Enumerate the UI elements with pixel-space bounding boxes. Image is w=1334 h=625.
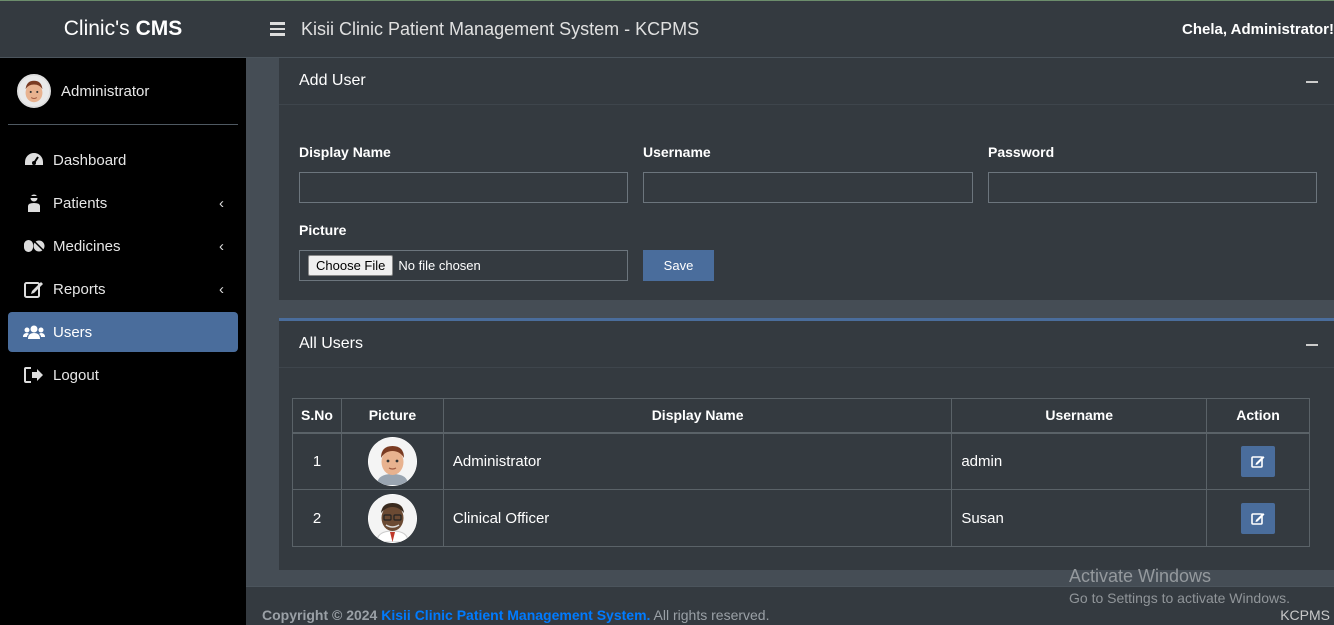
brand-bold: CMS — [135, 17, 183, 40]
password-input[interactable] — [988, 172, 1317, 203]
file-status: No file chosen — [398, 258, 481, 273]
sidebar-item-label: Users — [53, 323, 93, 341]
user-avatar — [367, 436, 417, 486]
footer-right-text: KCPMS — [1280, 607, 1330, 623]
sidebar-item-medicines[interactable]: Medicines ‹ — [8, 226, 238, 266]
chevron-left-icon: ‹ — [219, 237, 224, 255]
edit-icon — [1250, 513, 1265, 525]
sidebar-nav: Dashboard Patients ‹ Medicines ‹ Reports… — [0, 140, 246, 395]
tachometer-icon — [23, 151, 45, 169]
copyright-text: Copyright © 2024 Kisii Clinic Patient Ma… — [262, 607, 769, 623]
action-cell — [1206, 489, 1310, 547]
sidebar-item-label: Medicines — [53, 237, 121, 255]
top-header: Kisii Clinic Patient Management System -… — [246, 1, 1334, 58]
page-title: Kisii Clinic Patient Management System -… — [301, 18, 700, 39]
display-name-input[interactable] — [299, 172, 628, 203]
card-header: All Users — [279, 321, 1334, 368]
display-name-cell: Administrator — [442, 432, 953, 490]
add-user-card: Add User Display Name Username Password … — [279, 58, 1334, 300]
collapse-minus-icon[interactable] — [1306, 344, 1318, 346]
display-name-label: Display Name — [299, 144, 391, 160]
edit-user-button[interactable] — [1241, 445, 1276, 477]
picture-file-input[interactable]: Choose File No file chosen — [299, 250, 628, 281]
sidebar-item-users[interactable]: Users — [8, 312, 238, 352]
picture-cell — [340, 489, 444, 547]
rights-text: All rights reserved. — [653, 607, 770, 623]
column-header[interactable]: Action — [1206, 398, 1310, 434]
user-name: Administrator — [61, 82, 150, 100]
chevron-left-icon: ‹ — [219, 194, 224, 212]
hamburger-menu-icon[interactable] — [270, 22, 285, 36]
sidebar-item-label: Dashboard — [53, 151, 127, 169]
pills-icon — [23, 237, 45, 255]
column-header[interactable]: Username — [951, 398, 1208, 434]
sidebar-item-logout[interactable]: Logout — [8, 355, 238, 395]
users-table: S.No Picture Display Name Username Actio… — [292, 398, 1310, 547]
action-cell — [1206, 432, 1310, 490]
table-header-row: S.No Picture Display Name Username Actio… — [292, 398, 1310, 434]
edit-user-button[interactable] — [1241, 502, 1276, 534]
table-row: 2 Clinical Officer Susan — [292, 489, 1310, 547]
username-input[interactable] — [643, 172, 973, 203]
brand-logo[interactable]: Clinic's CMS — [0, 1, 246, 58]
user-avatar — [367, 493, 417, 543]
collapse-minus-icon[interactable] — [1306, 81, 1318, 83]
username-cell: admin — [951, 432, 1208, 490]
card-title: All Users — [299, 335, 364, 352]
brand-light: Clinic's — [63, 17, 130, 40]
users-icon — [23, 323, 45, 341]
watermark-title: Activate Windows — [1069, 566, 1212, 586]
picture-label: Picture — [299, 222, 347, 238]
column-header[interactable]: S.No — [292, 398, 342, 434]
card-title: Add User — [299, 72, 366, 89]
sidebar-item-reports[interactable]: Reports ‹ — [8, 269, 238, 309]
sign-out-icon — [23, 366, 45, 384]
column-header[interactable]: Display Name — [442, 398, 953, 434]
user-panel[interactable]: Administrator — [8, 58, 238, 125]
table-row: 1 Administrator admin — [292, 432, 1310, 490]
sidebar-item-patients[interactable]: Patients ‹ — [8, 183, 238, 223]
picture-cell — [340, 432, 444, 490]
choose-file-button[interactable]: Choose File — [308, 255, 394, 276]
all-users-card: All Users S.No Picture Display Name User… — [279, 318, 1334, 570]
sidebar-item-label: Patients — [53, 194, 108, 212]
chevron-left-icon: ‹ — [219, 280, 224, 298]
sidebar-item-label: Reports — [53, 280, 106, 298]
system-link[interactable]: Kisii Clinic Patient Management System. — [381, 607, 650, 623]
card-header: Add User — [279, 58, 1334, 105]
user-injured-icon — [23, 194, 45, 212]
save-button[interactable]: Save — [643, 250, 714, 281]
activate-windows-watermark: Activate Windows Go to Settings to activ… — [1069, 566, 1290, 606]
username-label: Username — [643, 144, 711, 160]
sno-cell: 2 — [292, 489, 342, 547]
copyright-prefix: Copyright © 2024 — [262, 607, 378, 623]
watermark-subtitle: Go to Settings to activate Windows. — [1069, 590, 1290, 606]
username-cell: Susan — [951, 489, 1208, 547]
user-avatar — [17, 74, 51, 108]
display-name-cell: Clinical Officer — [442, 489, 953, 547]
edit-icon — [23, 280, 45, 298]
sidebar: Clinic's CMS Administrator Dashboard Pat… — [0, 1, 246, 625]
edit-icon — [1250, 456, 1265, 469]
sidebar-item-label: Logout — [53, 366, 99, 384]
sno-cell: 1 — [292, 432, 342, 490]
password-label: Password — [988, 144, 1055, 160]
column-header[interactable]: Picture — [340, 398, 444, 434]
header-user-name[interactable]: Chela, Administrator! — [1182, 21, 1334, 38]
sidebar-item-dashboard[interactable]: Dashboard — [8, 140, 238, 180]
